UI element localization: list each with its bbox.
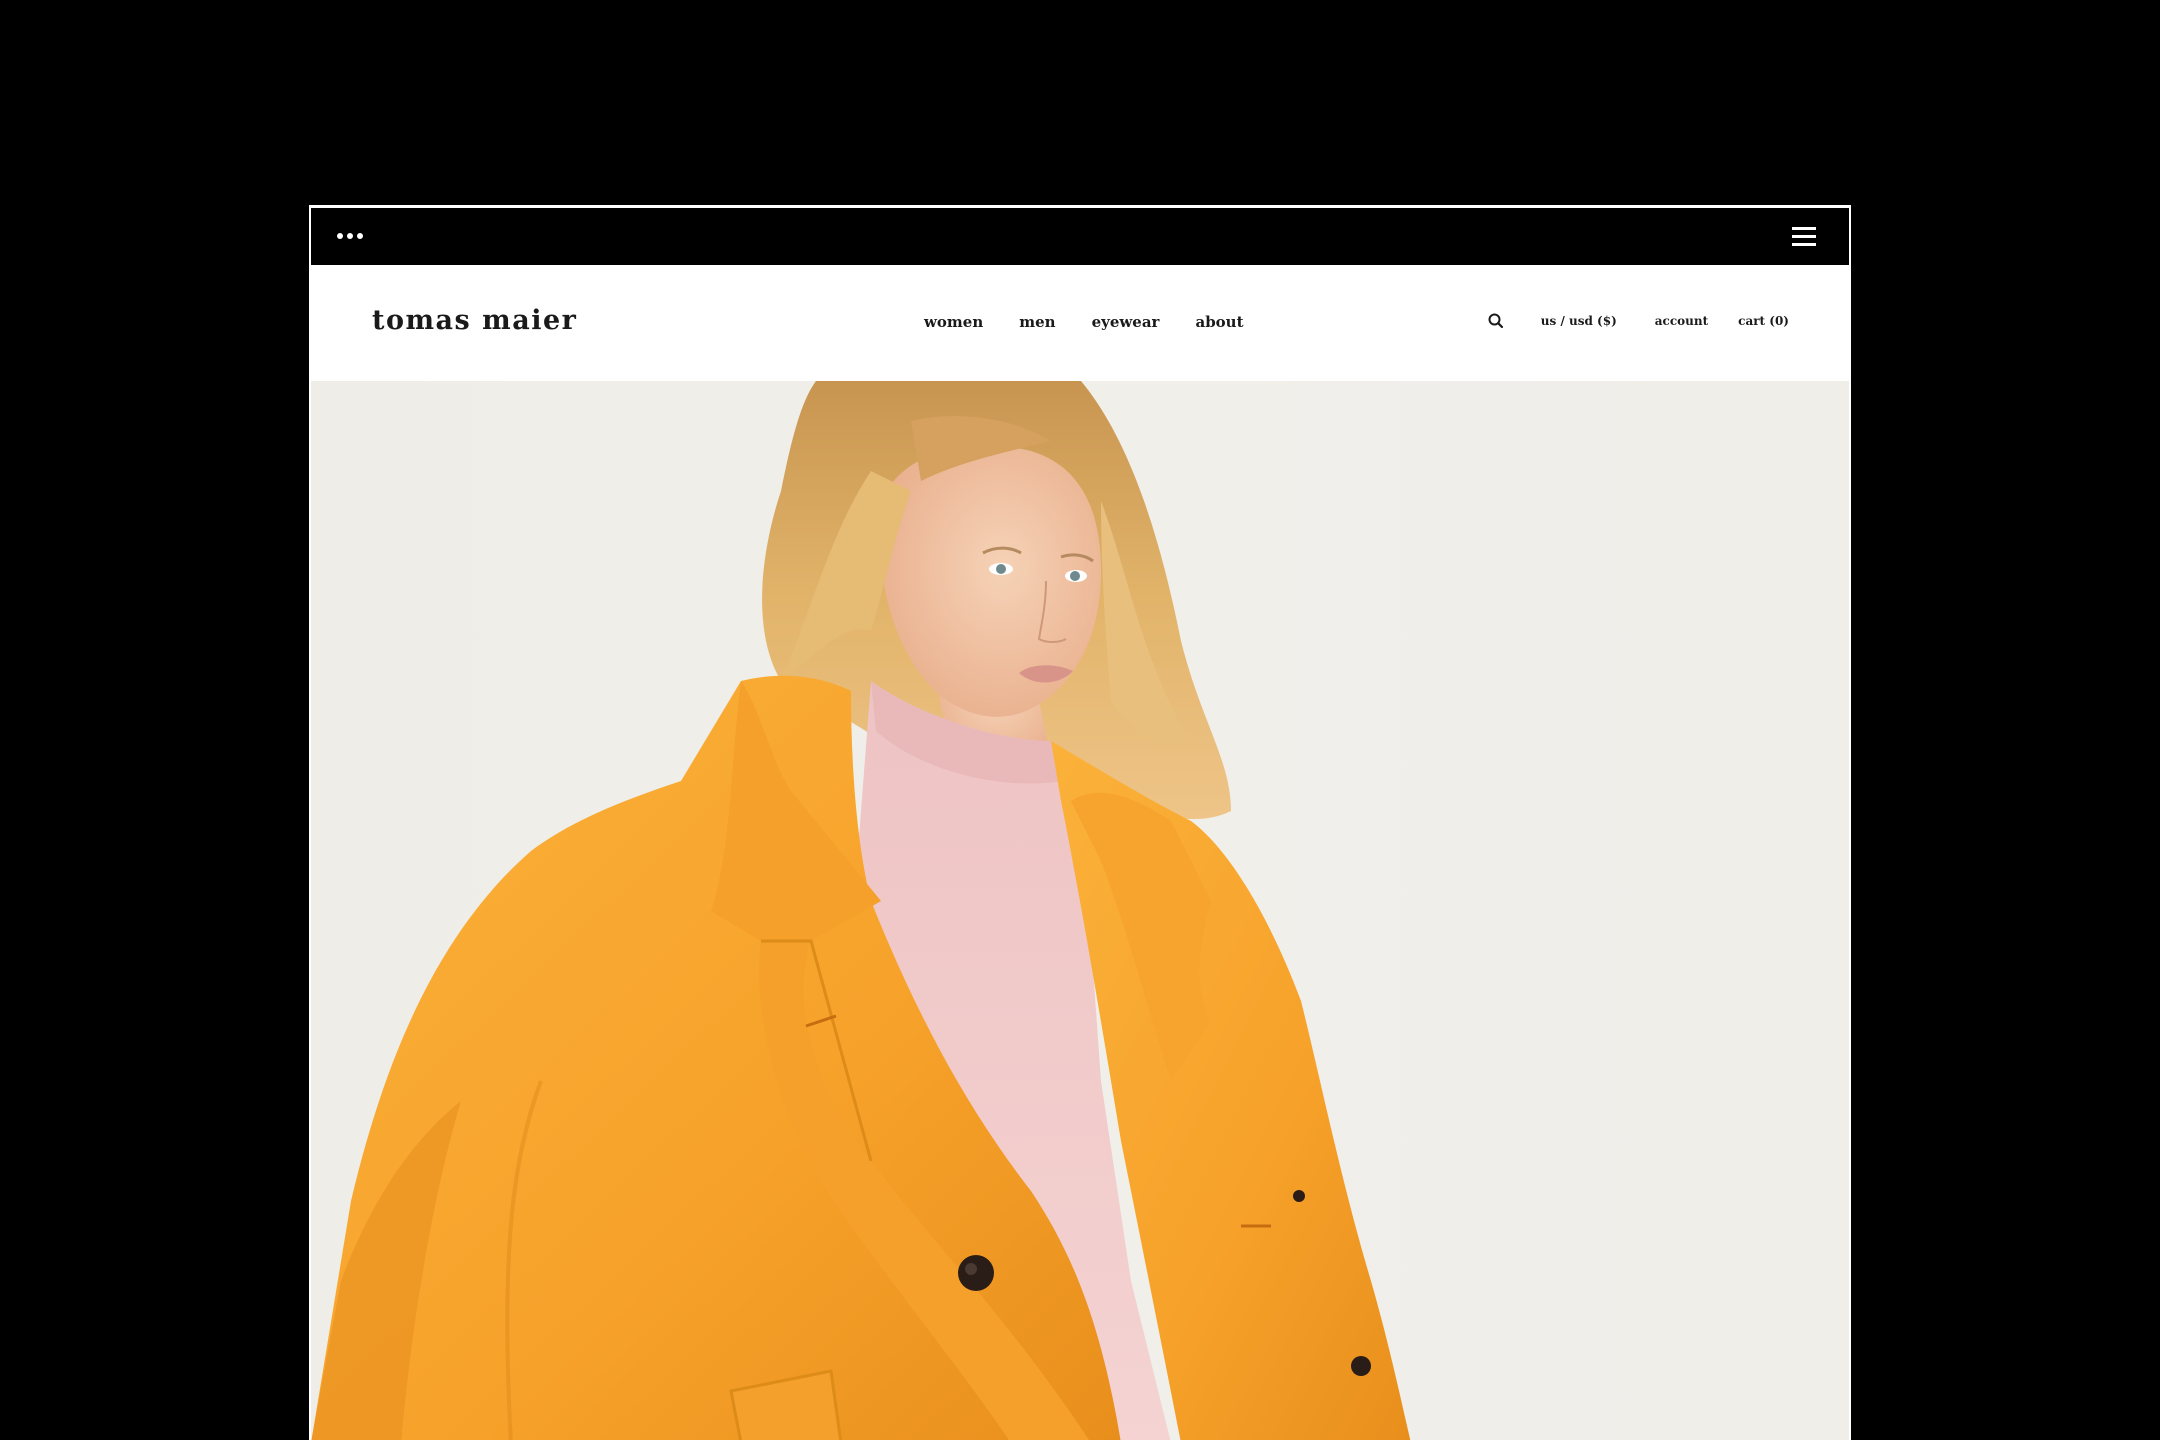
locale-currency-selector[interactable]: us / usd ($) [1541, 314, 1617, 328]
account-link[interactable]: account [1655, 314, 1708, 328]
nav-item-women[interactable]: women [924, 313, 983, 331]
nav-item-eyewear[interactable]: eyewear [1092, 313, 1160, 331]
browser-window: tomas maier women men eyewear about us /… [309, 205, 1851, 1440]
browser-top-bar [311, 208, 1849, 265]
utility-nav: us / usd ($) account cart (0) [1487, 312, 1789, 330]
hero-banner[interactable] [311, 381, 1849, 1440]
model-in-orange-coat-photo [311, 381, 1411, 1440]
more-dots-icon[interactable] [337, 233, 363, 239]
search-icon[interactable] [1487, 312, 1505, 330]
cart-link[interactable]: cart (0) [1738, 314, 1789, 328]
nav-item-men[interactable]: men [1019, 313, 1055, 331]
nav-item-about[interactable]: about [1195, 313, 1243, 331]
main-nav: women men eyewear about [924, 313, 1244, 331]
hamburger-menu-icon[interactable] [1792, 226, 1816, 248]
site-header: tomas maier women men eyewear about us /… [311, 265, 1849, 381]
site-logo[interactable]: tomas maier [372, 305, 577, 336]
